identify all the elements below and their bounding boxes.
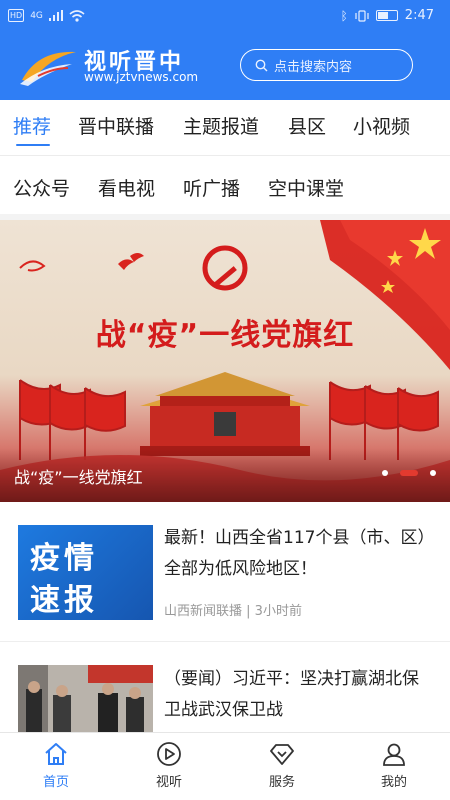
signal-text: 4G: [30, 10, 43, 21]
thumb-text-line2: 速报: [30, 583, 98, 618]
nav-label: 视听: [155, 775, 182, 790]
news-time: 3小时前: [254, 604, 302, 619]
tab-radio[interactable]: 听广播: [183, 174, 240, 201]
app-url: www.jztvnews.com: [84, 70, 199, 84]
search-icon: [255, 59, 268, 71]
news-thumbnail: [18, 665, 153, 732]
nav-label: 我的: [380, 775, 407, 790]
carousel-dot[interactable]: [430, 470, 436, 476]
wifi-icon: [69, 9, 85, 22]
nav-profile[interactable]: 我的: [354, 741, 434, 790]
search-placeholder: 点击搜索内容: [274, 59, 353, 75]
nav-label: 首页: [42, 775, 69, 790]
banner-carousel[interactable]: 战“疫”一线党旗红 战“疫”一线党旗红: [0, 220, 450, 502]
bluetooth-icon: ᛒ: [340, 8, 348, 23]
nav-label: 服务: [268, 775, 295, 790]
news-meta: 山西新闻联播 | 3小时前: [164, 600, 302, 619]
news-title[interactable]: （要闻）习近平：坚决打赢湖北保卫战武汉保卫战: [164, 664, 434, 726]
network-badge: HD: [8, 9, 25, 22]
tab-official-accounts[interactable]: 公众号: [13, 174, 70, 201]
banner-headline: 战“疫”一线党旗红: [95, 318, 355, 353]
news-photo: [18, 665, 153, 732]
status-bar: HD 4G ᛒ 2:47: [0, 0, 450, 34]
nav-video[interactable]: 视听: [129, 741, 209, 790]
play-icon: [157, 742, 181, 766]
tab-air-classroom[interactable]: 空中课堂: [268, 174, 344, 201]
signal-icon: [48, 10, 63, 21]
vibrate-icon: [355, 9, 369, 22]
nav-home[interactable]: 首页: [16, 741, 96, 790]
news-item[interactable]: 疫情 速报 最新！山西全省117个县（市、区）全部为低风险地区！ 山西新闻联播 …: [0, 512, 450, 642]
tab-short-video[interactable]: 小视频: [353, 112, 410, 139]
active-tab-indicator: [16, 144, 50, 146]
user-icon: [383, 743, 405, 766]
battery-icon: [375, 10, 398, 21]
app-logo: 视听晋中 www.jztvnews.com: [18, 42, 218, 92]
tab-jinzhong-news[interactable]: 晋中联播: [78, 112, 154, 139]
secondary-tab-bar: 公众号 看电视 听广播 空中课堂: [0, 156, 450, 212]
app-header: HD 4G ᛒ 2:47 视听晋中 www.jztvnews.com 点击搜索内…: [0, 0, 450, 100]
tab-recommend[interactable]: 推荐: [13, 112, 51, 139]
banner-caption: 战“疫”一线党旗红: [14, 468, 143, 487]
nav-service[interactable]: 服务: [242, 741, 322, 790]
home-icon: [45, 743, 67, 765]
clock: 2:47: [404, 8, 434, 23]
logo-swoosh-icon: [20, 51, 76, 86]
service-icon: [270, 744, 294, 765]
carousel-indicator: [382, 470, 436, 476]
primary-tab-bar: 推荐 晋中联播 主题报道 县区 小视频: [0, 100, 450, 156]
news-thumbnail: 疫情 速报: [18, 525, 153, 620]
tab-theme-reports[interactable]: 主题报道: [183, 112, 259, 139]
thumb-text-line1: 疫情: [30, 541, 98, 576]
news-title[interactable]: 最新！山西全省117个县（市、区）全部为低风险地区！: [164, 523, 434, 585]
tab-counties[interactable]: 县区: [288, 112, 326, 139]
bottom-navigation: 首页 视听 服务 我的: [0, 732, 450, 800]
tab-watch-tv[interactable]: 看电视: [98, 174, 155, 201]
news-source: 山西新闻联播: [164, 604, 243, 619]
search-input[interactable]: 点击搜索内容: [240, 49, 413, 81]
carousel-dot-active[interactable]: [400, 470, 418, 476]
meta-separator: |: [246, 604, 255, 619]
carousel-dot[interactable]: [382, 470, 388, 476]
